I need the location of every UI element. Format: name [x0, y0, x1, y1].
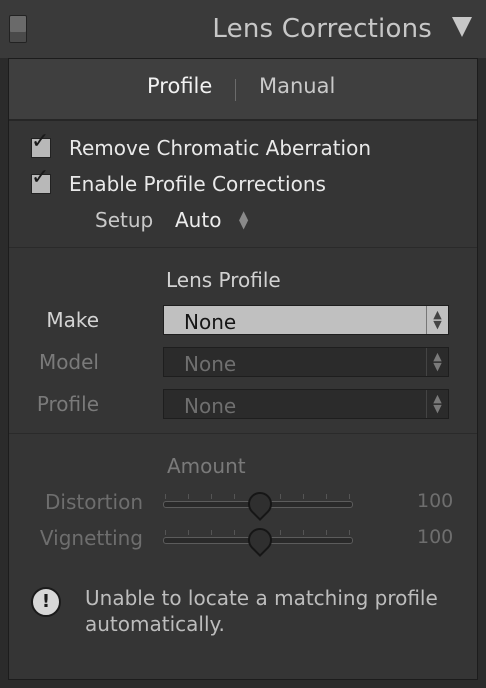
vignetting-slider-thumb: [243, 523, 277, 557]
remove-chromatic-aberration-checkbox[interactable]: ✓: [31, 131, 51, 158]
make-label: Make: [46, 308, 99, 332]
setup-select[interactable]: Auto: [175, 208, 221, 232]
up-down-arrows-icon: ▲ ▼: [426, 390, 448, 418]
tab-separator: [235, 79, 236, 101]
collapse-triangle-icon[interactable]: [452, 17, 472, 37]
profile-label: Profile: [36, 392, 99, 416]
amount-title: Amount: [167, 454, 246, 478]
model-select: None ▲ ▼: [163, 347, 449, 377]
up-down-arrows-icon: ▲ ▼: [426, 348, 448, 376]
distortion-label: Distortion: [45, 490, 143, 514]
enable-profile-corrections-option[interactable]: ✓ Enable Profile Corrections: [31, 167, 326, 196]
panel-header[interactable]: Lens Corrections: [0, 0, 486, 58]
profile-select: None ▲ ▼: [163, 389, 449, 419]
tab-profile[interactable]: Profile: [147, 74, 212, 98]
distortion-value: 100: [417, 490, 454, 512]
distortion-slider: [163, 487, 353, 521]
make-select[interactable]: None ▲ ▼: [163, 305, 449, 335]
warning-message: Unable to locate a matching profile auto…: [85, 586, 438, 636]
profile-value: None: [184, 394, 237, 418]
panel-title: Lens Corrections: [212, 14, 432, 44]
setup-label: Setup: [95, 208, 154, 232]
section-divider: [9, 433, 477, 434]
warning-icon: !: [31, 587, 61, 617]
distortion-slider-thumb: [243, 487, 277, 521]
section-divider: [9, 247, 477, 248]
checkmark-icon: ✓: [31, 165, 50, 190]
checkmark-icon: ✓: [31, 129, 50, 154]
remove-chromatic-aberration-option[interactable]: ✓ Remove Chromatic Aberration: [31, 131, 372, 160]
vignetting-label: Vignetting: [39, 526, 143, 550]
lens-profile-title: Lens Profile: [166, 268, 281, 292]
lens-corrections-panel: Profile Manual ✓ Remove Chromatic Aberra…: [8, 58, 478, 680]
up-down-arrows-icon[interactable]: ▲ ▼: [239, 209, 248, 230]
remove-chromatic-aberration-label: Remove Chromatic Aberration: [69, 136, 372, 160]
enable-profile-corrections-checkbox[interactable]: ✓: [31, 167, 51, 194]
model-value: None: [184, 352, 237, 376]
up-down-arrows-icon: ▲ ▼: [426, 306, 448, 334]
tab-manual[interactable]: Manual: [259, 74, 335, 98]
vignetting-slider: [163, 523, 353, 557]
panel-toggle-icon[interactable]: [9, 15, 27, 43]
tab-bar: Profile Manual: [9, 59, 477, 121]
enable-profile-corrections-label: Enable Profile Corrections: [69, 172, 326, 196]
make-value: None: [184, 310, 237, 334]
profile-tab-content: ✓ Remove Chromatic Aberration ✓ Enable P…: [9, 121, 477, 679]
vignetting-value: 100: [417, 526, 454, 548]
model-label: Model: [38, 350, 99, 374]
